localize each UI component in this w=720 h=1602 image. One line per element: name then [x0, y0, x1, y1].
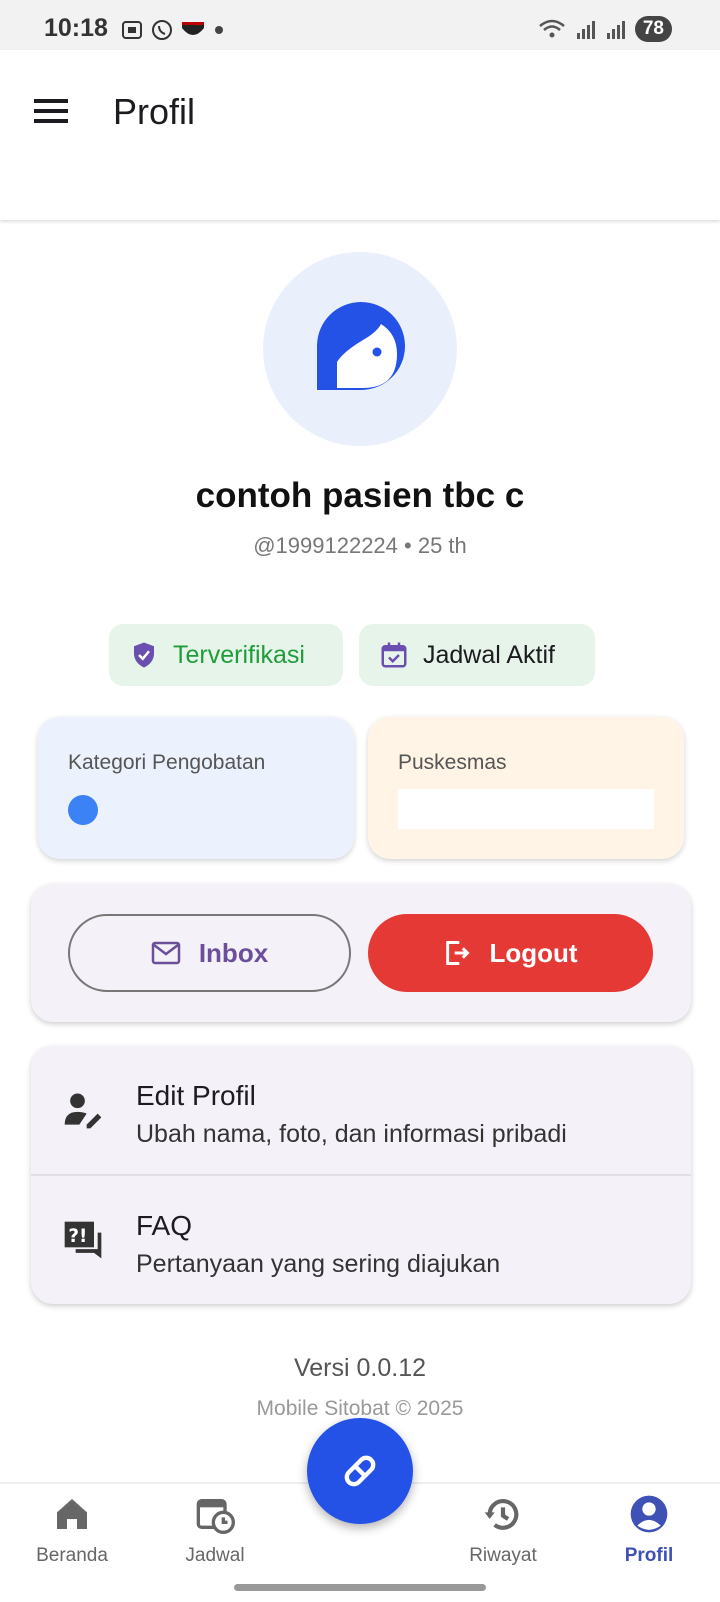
menu-item-desc: Ubah nama, foto, dan informasi pribadi: [136, 1120, 567, 1148]
wifi-icon: [539, 19, 565, 38]
medication-fab[interactable]: [307, 1418, 413, 1524]
logout-label: Logout: [489, 937, 578, 968]
pill-icon: [344, 1455, 376, 1487]
nav-label: Riwayat: [469, 1545, 537, 1566]
settings-menu-card: Edit Profil Ubah nama, foto, dan informa…: [31, 1046, 691, 1304]
history-icon: [484, 1499, 519, 1530]
menu-icon: [34, 99, 68, 123]
nav-item-riwayat[interactable]: Riwayat: [443, 1494, 563, 1567]
battery-level: 78: [634, 16, 672, 42]
status-system-icons: 78: [537, 16, 672, 42]
home-indicator[interactable]: [234, 1584, 486, 1591]
hamburger-menu-button[interactable]: [34, 96, 70, 126]
menu-item-edit-profil[interactable]: Edit Profil Ubah nama, foto, dan informa…: [31, 1046, 691, 1174]
whatsapp-icon: [152, 20, 172, 40]
dot-icon: [215, 26, 223, 34]
schedule-active-badge: Jadwal Aktif: [359, 624, 595, 686]
profile-name: contoh pasien tbc c: [195, 476, 525, 515]
actions-card: Inbox Logout: [31, 884, 691, 1022]
menu-item-faq[interactable]: ?! FAQ Pertanyaan yang sering diajukan: [31, 1176, 691, 1304]
edit-person-icon: [64, 1093, 102, 1129]
inbox-button[interactable]: Inbox: [68, 914, 351, 992]
avatar: [263, 252, 457, 446]
kategori-label: Kategori Pengobatan: [68, 751, 266, 774]
signal-icon: [576, 21, 595, 39]
app-bar: [0, 50, 720, 220]
svg-text:?!: ?!: [68, 1226, 87, 1247]
nav-item-beranda[interactable]: Beranda: [12, 1494, 132, 1567]
menu-item-title: Edit Profil: [136, 1080, 256, 1111]
menu-item-title: FAQ: [136, 1210, 193, 1241]
faq-icon: ?!: [64, 1221, 102, 1259]
nav-label: Profil: [624, 1545, 674, 1566]
nav-label: Beranda: [36, 1545, 108, 1566]
nav-item-profil[interactable]: Profil: [589, 1494, 709, 1567]
face-avatar-icon: [317, 302, 405, 392]
nav-label: Jadwal: [185, 1545, 245, 1566]
puskesmas-label: Puskesmas: [398, 751, 507, 774]
mail-icon: [151, 941, 181, 965]
puskesmas-value: [398, 789, 654, 829]
status-notification-icons: [120, 18, 226, 42]
app-version: Versi 0.0.12: [293, 1354, 427, 1382]
page-title: Profil: [113, 91, 196, 132]
schedule-active-label: Jadwal Aktif: [423, 640, 556, 669]
profile-id-age: @1999122224 • 25 th: [253, 533, 467, 558]
logout-button[interactable]: Logout: [368, 914, 653, 992]
inbox-label: Inbox: [198, 937, 269, 968]
puskesmas-card: Puskesmas: [368, 717, 684, 859]
verified-badge: Terverifikasi: [109, 624, 343, 686]
kategori-pengobatan-card: Kategori Pengobatan: [38, 717, 354, 859]
account-circle-icon: [630, 1495, 668, 1533]
calendar-check-icon: [381, 642, 407, 668]
shield-check-icon: [134, 642, 154, 668]
signal-icon-2: [606, 21, 625, 39]
app-notification-icon: [182, 22, 204, 35]
logout-icon: [446, 941, 471, 965]
status-time: 10:18: [44, 14, 108, 42]
home-icon: [57, 1499, 87, 1529]
verified-label: Terverifikasi: [173, 640, 305, 669]
menu-item-desc: Pertanyaan yang sering diajukan: [136, 1250, 501, 1278]
status-bar: 10:18 78: [0, 0, 720, 50]
screenshot-icon: [122, 21, 142, 39]
kategori-indicator-dot: [68, 795, 98, 825]
nav-item-jadwal[interactable]: Jadwal: [155, 1494, 275, 1567]
calendar-clock-icon: [196, 1499, 235, 1534]
